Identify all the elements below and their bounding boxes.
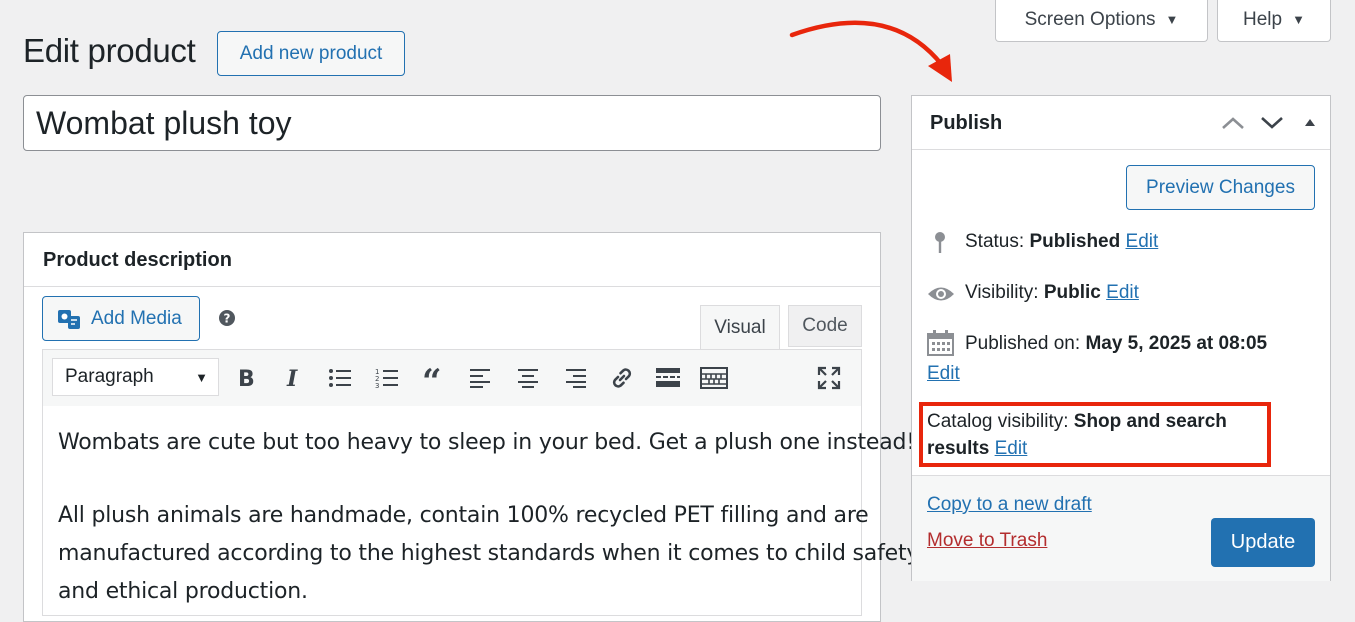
visibility-value: Public bbox=[1043, 282, 1101, 303]
screen-options-label: Screen Options bbox=[1024, 8, 1156, 30]
svg-text:I: I bbox=[286, 367, 298, 389]
status-label: Status: bbox=[965, 231, 1025, 252]
content-paragraph-1: Wombats are cute but too heavy to sleep … bbox=[58, 430, 915, 455]
caret-down-icon: ▼ bbox=[1165, 12, 1179, 27]
toolbar-toggle-icon[interactable] bbox=[700, 364, 728, 392]
catalog-value-2: results bbox=[927, 438, 990, 459]
read-more-icon[interactable] bbox=[654, 364, 682, 392]
svg-text:?: ? bbox=[224, 312, 231, 326]
italic-icon[interactable]: I bbox=[279, 364, 307, 392]
move-up-icon[interactable] bbox=[1220, 114, 1246, 132]
copy-to-draft-link[interactable]: Copy to a new draft bbox=[927, 494, 1092, 516]
published-edit-link[interactable]: Edit bbox=[927, 363, 960, 385]
content-line-4: and ethical production. bbox=[58, 579, 308, 604]
visibility-label: Visibility: bbox=[965, 282, 1039, 303]
screen-options-button[interactable]: Screen Options ▼ bbox=[995, 0, 1208, 42]
published-value: May 5, 2025 at 08:05 bbox=[1085, 333, 1268, 354]
caret-down-icon: ▼ bbox=[195, 369, 208, 385]
link-icon[interactable] bbox=[608, 364, 636, 392]
help-icon[interactable]: ? bbox=[218, 309, 236, 327]
bullet-list-icon[interactable] bbox=[326, 364, 354, 392]
preview-changes-button[interactable]: Preview Changes bbox=[1126, 165, 1315, 210]
align-right-icon[interactable] bbox=[561, 364, 589, 392]
collapse-toggle-icon[interactable] bbox=[1302, 116, 1318, 128]
published-label: Published on: bbox=[965, 333, 1081, 354]
add-new-product-button[interactable]: Add new product bbox=[217, 31, 405, 76]
visibility-edit-link[interactable]: Edit bbox=[1106, 282, 1139, 304]
tab-code[interactable]: Code bbox=[788, 305, 862, 347]
add-media-button[interactable]: Add Media bbox=[42, 296, 200, 341]
numbered-list-icon[interactable]: 1 2 3 bbox=[373, 364, 401, 392]
product-title-input[interactable]: Wombat plush toy bbox=[23, 95, 881, 151]
svg-text:3: 3 bbox=[375, 382, 379, 389]
blockquote-icon[interactable]: “ bbox=[420, 364, 448, 392]
publish-title: Publish bbox=[930, 112, 1003, 134]
svg-text:B: B bbox=[238, 367, 255, 389]
catalog-visibility-row: Catalog visibility: Shop and search bbox=[927, 411, 1227, 433]
update-button[interactable]: Update bbox=[1211, 518, 1315, 567]
fullscreen-icon[interactable] bbox=[815, 364, 843, 392]
calendar-icon bbox=[927, 330, 954, 356]
tab-visual[interactable]: Visual bbox=[700, 305, 780, 350]
annotation-arrow-icon bbox=[789, 20, 952, 82]
add-media-icon bbox=[58, 309, 80, 329]
move-down-icon[interactable] bbox=[1259, 114, 1285, 132]
eye-icon bbox=[928, 287, 954, 301]
catalog-edit-link[interactable]: Edit bbox=[995, 438, 1028, 460]
add-media-label: Add Media bbox=[91, 307, 182, 329]
bold-icon[interactable]: B bbox=[232, 364, 260, 392]
caret-down-icon: ▼ bbox=[1292, 12, 1305, 27]
help-label: Help bbox=[1243, 8, 1283, 30]
move-to-trash-link[interactable]: Move to Trash bbox=[927, 530, 1047, 552]
help-button[interactable]: Help ▼ bbox=[1217, 0, 1331, 42]
page-title: Edit product bbox=[23, 32, 196, 69]
content-line-2: All plush animals are handmade, contain … bbox=[58, 503, 869, 528]
product-description-title: Product description bbox=[43, 249, 232, 271]
published-on-row: Published on: May 5, 2025 at 08:05 bbox=[965, 333, 1267, 355]
format-select[interactable]: Paragraph ▼ bbox=[52, 358, 219, 396]
pin-icon bbox=[935, 232, 945, 253]
status-row: Status: Published Edit bbox=[965, 231, 1158, 253]
status-edit-link[interactable]: Edit bbox=[1126, 231, 1159, 253]
status-value: Published bbox=[1029, 231, 1121, 252]
content-line-3: manufactured according to the highest st… bbox=[58, 541, 920, 566]
align-center-icon[interactable] bbox=[514, 364, 542, 392]
align-left-icon[interactable] bbox=[467, 364, 495, 392]
visibility-row: Visibility: Public Edit bbox=[965, 282, 1139, 304]
format-select-value: Paragraph bbox=[65, 366, 154, 387]
catalog-value-1: Shop and search bbox=[1073, 411, 1227, 432]
catalog-label: Catalog visibility: bbox=[927, 411, 1069, 432]
svg-text:“: “ bbox=[422, 367, 442, 389]
